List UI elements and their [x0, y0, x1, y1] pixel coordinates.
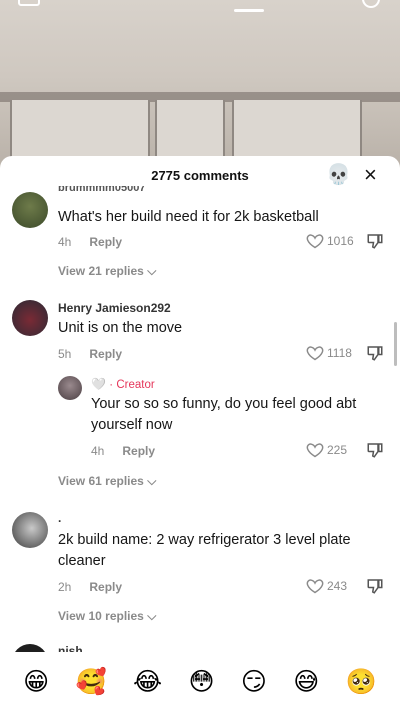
dislike-icon[interactable]	[366, 441, 384, 459]
video-background	[0, 0, 400, 170]
comment-item: Henry Jamieson292 Unit is on the move 5h…	[0, 296, 400, 376]
like-button[interactable]: 1118	[306, 345, 352, 361]
comment-age: 2h	[58, 580, 72, 594]
tears-of-joy-emoji-icon[interactable]: 😂	[133, 667, 162, 697]
chevron-down-icon: ⌵	[147, 474, 157, 488]
view-replies-label: View 10 replies	[58, 609, 144, 623]
reply-button[interactable]: Reply	[89, 580, 122, 594]
like-count: 225	[327, 443, 348, 457]
comment-age: 5h	[58, 347, 72, 361]
heart-icon	[306, 346, 324, 361]
reply-button[interactable]: Reply	[122, 444, 155, 458]
grinning-emoji-icon[interactable]: 😁	[23, 667, 49, 697]
pleading-emoji-icon[interactable]: 🥺	[346, 667, 377, 697]
comment-age: 4h	[58, 235, 72, 249]
view-replies-link[interactable]: View 21 replies ⌵	[58, 264, 156, 279]
comment-item: . 2k build name: 2 way refrigerator 3 le…	[0, 508, 400, 628]
avatar[interactable]	[12, 512, 48, 548]
avatar[interactable]	[12, 192, 48, 228]
creator-badge: · Creator	[109, 379, 155, 391]
comment-text: What's her build need it for 2k basketba…	[58, 209, 319, 225]
reply-button[interactable]: Reply	[89, 235, 122, 249]
live-icon[interactable]	[18, 0, 40, 6]
comment-meta: 5h Reply	[58, 347, 122, 361]
heart-icon	[306, 234, 324, 249]
smiling-hearts-emoji-icon[interactable]: 🥰	[76, 667, 107, 697]
comment-text: Your so so so funny, do you feel good ab…	[91, 396, 357, 433]
comment-meta: 2h Reply	[58, 580, 122, 594]
sweat-smile-emoji-icon[interactable]: 😅	[293, 667, 319, 697]
flushed-emoji-icon[interactable]: 😳	[189, 667, 215, 697]
view-replies-link[interactable]: View 10 replies ⌵	[58, 609, 156, 624]
heart-icon	[306, 579, 324, 594]
heart-icon	[306, 443, 324, 458]
reply-item: 🤍 · Creator Your so so so funny, do you …	[0, 372, 400, 492]
white-heart-icon: 🤍	[91, 377, 106, 391]
like-button[interactable]: 243	[306, 578, 347, 594]
comment-text: Unit is on the move	[58, 320, 183, 336]
comment-username[interactable]: Henry Jamieson292	[58, 301, 171, 315]
chevron-down-icon: ⌵	[147, 609, 157, 623]
view-replies-label: View 21 replies	[58, 264, 144, 278]
like-button[interactable]: 1016	[306, 233, 354, 249]
smirk-emoji-icon[interactable]: 😏	[241, 667, 267, 697]
comment-meta: 4h Reply	[91, 444, 155, 458]
comment-item: brummmm05007 What's her build need it fo…	[0, 182, 400, 282]
comment-meta: 4h Reply	[58, 235, 122, 249]
like-count: 1016	[327, 234, 354, 248]
chevron-down-icon: ⌵	[147, 264, 157, 278]
dislike-icon[interactable]	[366, 232, 384, 250]
avatar[interactable]	[58, 376, 82, 400]
comment-age: 4h	[91, 444, 105, 458]
comment-username[interactable]: brummmm05007	[58, 186, 145, 194]
avatar[interactable]	[12, 300, 48, 336]
like-count: 1118	[327, 346, 352, 360]
dislike-icon[interactable]	[366, 344, 384, 362]
like-count: 243	[327, 579, 348, 593]
reply-username[interactable]: 🤍 · Creator	[91, 377, 155, 391]
tab-indicator	[234, 9, 264, 12]
reply-button[interactable]: Reply	[89, 347, 122, 361]
search-icon[interactable]	[362, 0, 380, 8]
comment-text: 2k build name: 2 way refrigerator 3 leve…	[58, 532, 351, 569]
emoji-quick-bar: 😁 🥰 😂 😳 😏 😅 🥺	[0, 652, 400, 711]
view-replies-link[interactable]: View 61 replies ⌵	[58, 474, 156, 489]
comment-username[interactable]: .	[58, 511, 61, 525]
view-replies-label: View 61 replies	[58, 474, 144, 488]
comments-sheet: 2775 comments 💀 × brummmm05007 What's he…	[0, 156, 400, 711]
scrollbar[interactable]	[394, 322, 397, 366]
like-button[interactable]: 225	[306, 442, 347, 458]
dislike-icon[interactable]	[366, 577, 384, 595]
